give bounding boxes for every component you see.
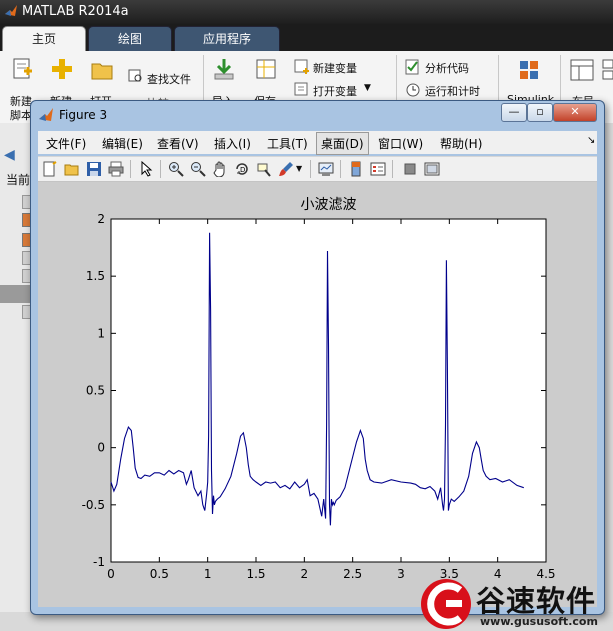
hide-plot-tools-icon[interactable] — [402, 161, 418, 177]
x-tick-label: 0 — [107, 567, 115, 581]
matlab-tabstrip: 主页 绘图 应用程序 — [0, 24, 613, 52]
new-script-icon[interactable] — [10, 57, 34, 81]
link-plot-icon[interactable] — [318, 161, 334, 177]
run-and-time-label[interactable]: 运行和计时 — [425, 83, 480, 99]
menu-help[interactable]: 帮助(H) — [440, 135, 482, 152]
toolbar-separator — [310, 160, 311, 178]
svg-text:D: D — [240, 166, 245, 174]
open-folder-icon[interactable] — [90, 59, 114, 81]
menu-desktop[interactable]: 桌面(D) — [316, 132, 369, 155]
x-tick-label: 3 — [397, 567, 405, 581]
figure-canvas: 小波滤波 0 0.5 1 1.5 2 2.5 3 3.5 4 4.5 -1 -0.5 0 0.5 1 1.5 2 — [38, 182, 597, 607]
matlab-window-title: MATLAB R2014a — [22, 4, 129, 19]
y-tick-label: 2 — [97, 212, 105, 226]
menu-edit[interactable]: 编辑(E) — [102, 135, 143, 152]
find-files-icon[interactable] — [128, 69, 144, 83]
y-tick-label: -1 — [93, 555, 105, 569]
layout-icon[interactable] — [570, 59, 594, 81]
y-tick-label: 0.5 — [86, 384, 105, 398]
watermark-url: www.gususoft.com — [480, 615, 598, 628]
wavelet-filter-plot[interactable]: 小波滤波 0 0.5 1 1.5 2 2.5 3 3.5 4 4.5-1-0.500.511.52 — [38, 182, 597, 607]
save-workspace-icon[interactable] — [254, 57, 278, 81]
menu-file[interactable]: 文件(F) — [46, 135, 86, 152]
new-variable-icon[interactable] — [294, 59, 310, 75]
ribbon-overflow-icon[interactable] — [602, 59, 613, 81]
legend-icon[interactable] — [370, 161, 386, 177]
edit-plot-arrow-icon[interactable] — [138, 161, 154, 177]
new-icon[interactable] — [50, 57, 74, 81]
colorbar-icon[interactable] — [348, 161, 364, 177]
pan-hand-icon[interactable] — [212, 161, 228, 177]
new-script-label-2[interactable]: 脚本 — [10, 107, 32, 123]
watermark-logo-icon — [421, 579, 471, 629]
close-button[interactable]: ✕ — [553, 103, 597, 122]
back-arrow-icon[interactable]: ◀ — [4, 147, 15, 163]
y-tick-label: -0.5 — [82, 498, 105, 512]
zoom-out-icon[interactable] — [190, 161, 206, 177]
find-files-label[interactable]: 查找文件 — [147, 71, 191, 87]
chart-title: 小波滤波 — [301, 197, 357, 213]
tab-apps[interactable]: 应用程序 — [174, 26, 280, 52]
open-variable-icon[interactable] — [294, 82, 310, 98]
run-and-time-icon[interactable] — [405, 82, 421, 98]
x-tick-label: 2 — [301, 567, 309, 581]
y-tick-label: 0 — [97, 441, 105, 455]
x-tick-label: 2.5 — [343, 567, 362, 581]
dock-arrow-icon[interactable]: ↘ — [587, 135, 595, 146]
menu-insert[interactable]: 插入(I) — [214, 135, 251, 152]
toolbar-separator — [392, 160, 393, 178]
analyze-code-icon[interactable] — [405, 59, 421, 75]
y-tick-label: 1.5 — [86, 269, 105, 283]
figure-toolbar: D ▼ — [38, 156, 597, 182]
show-plot-tools-icon[interactable] — [424, 161, 440, 177]
open-variable-label[interactable]: 打开变量 — [313, 83, 357, 99]
watermark: 谷速软件 www.gususoft.com — [418, 576, 613, 631]
brush-icon[interactable] — [278, 161, 294, 177]
menu-view[interactable]: 查看(V) — [157, 135, 199, 152]
tab-home[interactable]: 主页 — [2, 26, 86, 52]
current-folder-label: 当前 — [6, 173, 31, 187]
import-icon[interactable] — [212, 57, 236, 81]
open-variable-dropdown-icon[interactable]: ▼ — [364, 83, 371, 93]
new-figure-icon[interactable] — [42, 161, 58, 177]
data-cursor-icon[interactable] — [256, 161, 272, 177]
watermark-name: 谷速软件 — [476, 584, 597, 618]
figure-titlebar[interactable]: Figure 3 — ▫ ✕ — [31, 101, 604, 129]
minimize-button[interactable]: — — [501, 103, 527, 122]
menu-tools[interactable]: 工具(T) — [267, 135, 308, 152]
figure-window-title: Figure 3 — [59, 108, 108, 122]
simulink-icon[interactable] — [518, 59, 540, 81]
open-file-icon[interactable] — [64, 161, 80, 177]
rotate-3d-icon[interactable]: D — [234, 161, 250, 177]
figure-window: Figure 3 — ▫ ✕ 文件(F) 编辑(E) 查看(V) 插入(I) 工… — [30, 100, 605, 615]
matlab-titlebar: MATLAB R2014a — [0, 0, 613, 24]
save-figure-icon[interactable] — [86, 161, 102, 177]
print-figure-icon[interactable] — [108, 161, 124, 177]
tab-plots[interactable]: 绘图 — [88, 26, 172, 52]
x-tick-label: 0.5 — [150, 567, 169, 581]
brush-dropdown-icon[interactable]: ▼ — [296, 164, 302, 173]
zoom-in-icon[interactable] — [168, 161, 184, 177]
menu-window[interactable]: 窗口(W) — [378, 135, 423, 152]
maximize-button[interactable]: ▫ — [527, 103, 553, 122]
new-variable-label[interactable]: 新建变量 — [313, 60, 357, 76]
figure-logo-icon — [39, 108, 53, 121]
toolbar-separator — [160, 160, 161, 178]
toolbar-separator — [130, 160, 131, 178]
figure-menubar: 文件(F) 编辑(E) 查看(V) 插入(I) 工具(T) 桌面(D) 窗口(W… — [38, 131, 597, 155]
analyze-code-label[interactable]: 分析代码 — [425, 60, 469, 76]
matlab-logo-icon — [5, 5, 17, 16]
toolbar-separator — [340, 160, 341, 178]
x-tick-label: 1 — [204, 567, 212, 581]
y-tick-label: 1 — [97, 326, 105, 340]
x-tick-label: 1.5 — [246, 567, 265, 581]
